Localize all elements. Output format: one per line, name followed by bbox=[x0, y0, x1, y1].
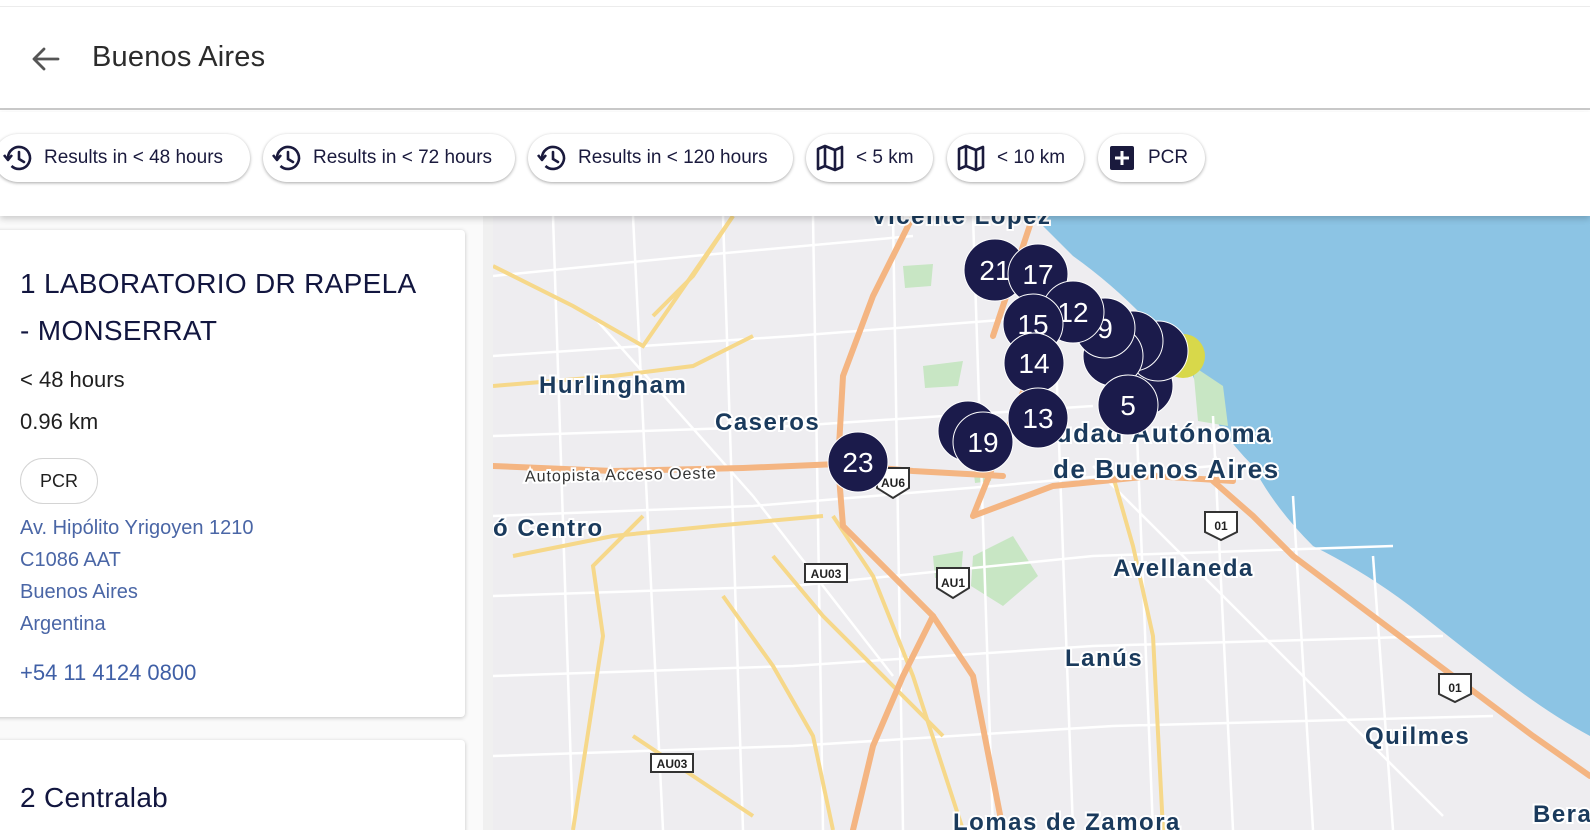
filter-chip-48-hours[interactable]: Results in < 48 hours bbox=[0, 134, 250, 182]
filter-chip-pcr[interactable]: PCR bbox=[1098, 134, 1205, 182]
marker-label: 5 bbox=[1120, 390, 1136, 421]
route-shield-au03: AU03 bbox=[804, 563, 848, 583]
address-line[interactable]: C1086 AAT bbox=[20, 549, 121, 572]
shield-label: AU03 bbox=[657, 757, 688, 771]
test-type-tag: PCR bbox=[20, 458, 98, 504]
result-card[interactable]: 2 Centralab bbox=[0, 740, 465, 830]
filter-chip-5-km[interactable]: < 5 km bbox=[806, 134, 933, 182]
filter-chip-label: < 5 km bbox=[856, 147, 914, 168]
filter-chip-10-km[interactable]: < 10 km bbox=[947, 134, 1084, 182]
shield-label: AU1 bbox=[941, 576, 965, 590]
result-turnaround: < 48 hours bbox=[20, 367, 125, 392]
result-card[interactable]: 1 LABORATORIO DR RAPELA - MONSERRAT < 48… bbox=[0, 230, 465, 717]
road-label: Autopista Acceso Oeste bbox=[525, 465, 717, 485]
result-name[interactable]: 1 LABORATORIO DR RAPELA - MONSERRAT bbox=[20, 260, 430, 354]
shield-label: AU6 bbox=[881, 476, 905, 490]
marker-label: 21 bbox=[979, 255, 1010, 286]
place-label: Caseros bbox=[715, 409, 820, 436]
marker-label: 14 bbox=[1018, 348, 1049, 379]
list-scrollbar[interactable] bbox=[483, 216, 493, 830]
filter-chip-120-hours[interactable]: Results in < 120 hours bbox=[528, 134, 793, 182]
shield-label: 01 bbox=[1214, 519, 1228, 533]
back-arrow-icon[interactable] bbox=[28, 44, 64, 74]
filter-chip-label: Results in < 72 hours bbox=[313, 147, 493, 168]
route-shield-au03: AU03 bbox=[650, 753, 694, 773]
result-distance: 0.96 km bbox=[20, 409, 99, 434]
shield-label: 01 bbox=[1448, 681, 1462, 695]
place-label: Beraza bbox=[1533, 801, 1590, 828]
map-canvas[interactable]: AU6 AU03 AU1 01 01 AU03 Vicente López Hu… bbox=[493, 216, 1590, 830]
place-label: ó Centro bbox=[493, 515, 604, 542]
marker-label: 17 bbox=[1022, 259, 1053, 290]
marker-label: 19 bbox=[967, 427, 998, 458]
filter-chip-72-hours[interactable]: Results in < 72 hours bbox=[263, 134, 515, 182]
place-label: Avellaneda bbox=[1113, 555, 1254, 582]
filter-bar: Results in < 48 hours Results in < 72 ho… bbox=[0, 112, 1590, 216]
map-icon bbox=[957, 144, 985, 172]
marker-label: 13 bbox=[1022, 403, 1053, 434]
history-icon bbox=[536, 145, 566, 171]
marker-label: 23 bbox=[842, 447, 873, 478]
history-icon bbox=[2, 145, 32, 171]
filter-chip-label: Results in < 48 hours bbox=[44, 147, 224, 168]
filter-chip-label: < 10 km bbox=[997, 147, 1066, 168]
results-list: 1 LABORATORIO DR RAPELA - MONSERRAT < 48… bbox=[0, 216, 490, 830]
place-label: Hurlingham bbox=[539, 372, 687, 399]
marker-23[interactable]: 23 bbox=[827, 431, 889, 493]
history-icon bbox=[271, 145, 301, 171]
phone-link[interactable]: +54 11 4124 0800 bbox=[20, 660, 196, 686]
marker-5[interactable]: 5 bbox=[1097, 374, 1159, 436]
address-line[interactable]: Buenos Aires bbox=[20, 581, 138, 604]
search-query[interactable]: Buenos Aires bbox=[92, 41, 265, 74]
place-label: Lomas de Zamora bbox=[953, 809, 1181, 830]
plus-box-icon bbox=[1110, 146, 1134, 170]
place-label: de Buenos Aires bbox=[1053, 454, 1280, 484]
place-label: Vicente López bbox=[871, 216, 1051, 230]
map-icon bbox=[816, 144, 844, 172]
place-label: Lanús bbox=[1065, 645, 1143, 672]
filter-chip-label: PCR bbox=[1148, 147, 1189, 168]
marker-13[interactable]: 13 bbox=[1007, 387, 1069, 449]
search-bar: Buenos Aires bbox=[0, 8, 1590, 110]
place-label: iudad Autónoma bbox=[1047, 418, 1272, 448]
address-line[interactable]: Argentina bbox=[20, 613, 106, 636]
marker-19[interactable]: 19 bbox=[952, 411, 1014, 473]
top-divider bbox=[0, 6, 1590, 7]
result-name[interactable]: 2 Centralab bbox=[20, 774, 430, 821]
place-label: Quilmes bbox=[1365, 723, 1470, 750]
filter-chip-label: Results in < 120 hours bbox=[578, 147, 768, 168]
marker-14[interactable]: 14 bbox=[1003, 332, 1065, 394]
map-view[interactable]: AU6 AU03 AU1 01 01 AU03 Vicente López Hu… bbox=[493, 216, 1590, 830]
address-line[interactable]: Av. Hipólito Yrigoyen 1210 bbox=[20, 517, 254, 540]
shield-label: AU03 bbox=[811, 567, 842, 581]
